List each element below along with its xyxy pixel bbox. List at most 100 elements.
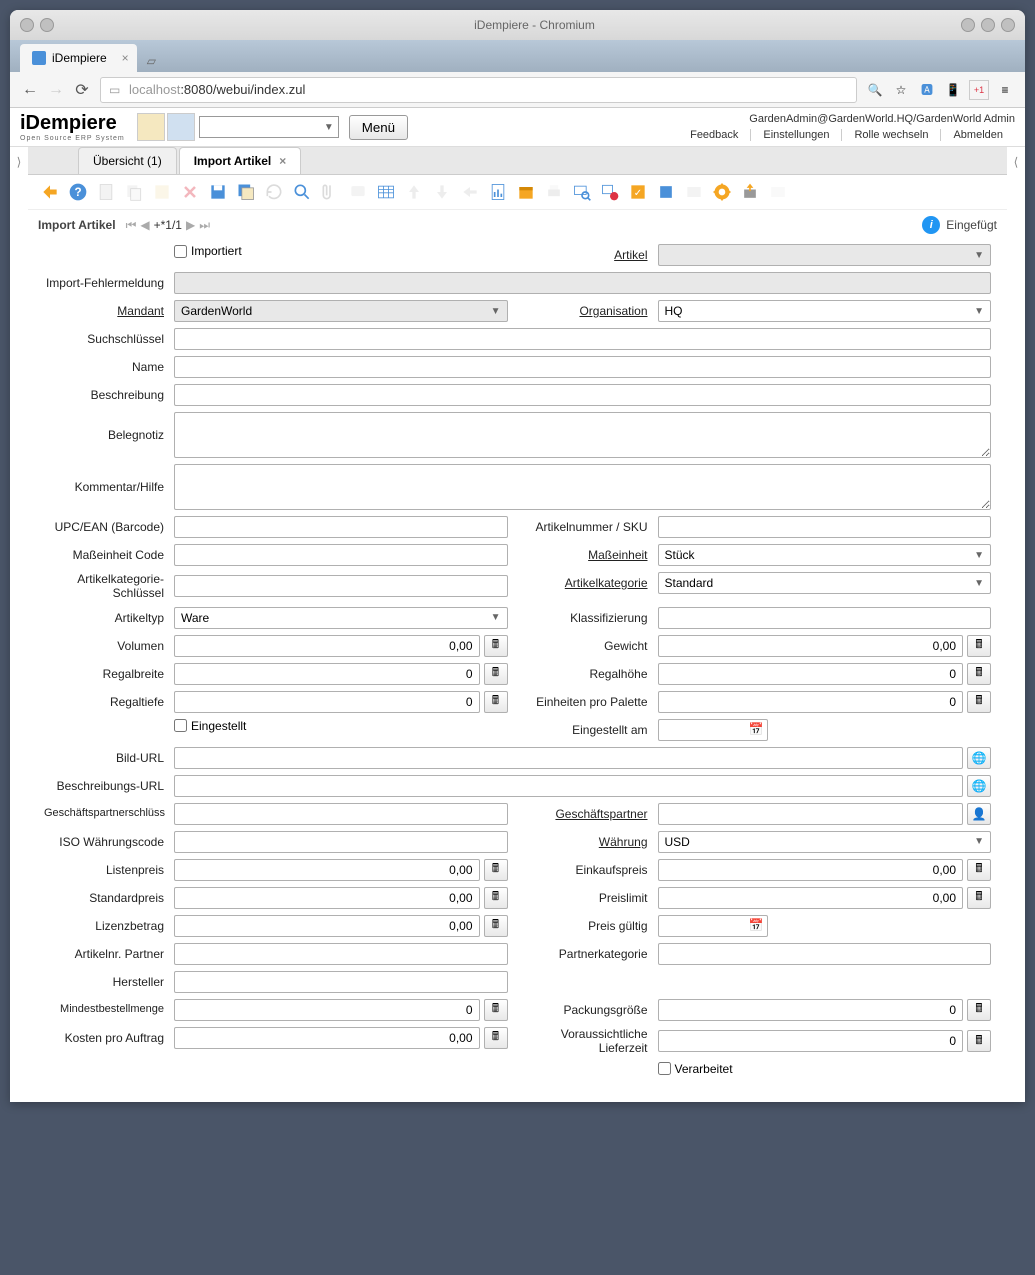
menu-button[interactable]: Menü <box>349 115 408 140</box>
waehrung-label[interactable]: Währung <box>528 835 658 849</box>
waehrung-select[interactable]: USD▼ <box>658 831 992 853</box>
calculator-icon[interactable]: 🖩 <box>967 1030 991 1052</box>
toolbar-attach-icon[interactable] <box>317 179 343 205</box>
artikelkategorie-schl-input[interactable] <box>174 575 508 597</box>
pager-last-icon[interactable]: ⏭ <box>199 218 210 233</box>
lieferzeit-input[interactable] <box>658 1030 964 1052</box>
toolbar-import-icon[interactable] <box>737 179 763 205</box>
sidebar-expand-right[interactable]: ⟨ <box>1007 147 1025 1102</box>
calculator-icon[interactable]: 🖩 <box>484 635 508 657</box>
calculator-icon[interactable]: 🖩 <box>484 859 508 881</box>
window-maximize-button[interactable] <box>981 18 995 32</box>
star-icon[interactable]: ☆ <box>891 80 911 100</box>
lizenzbetrag-input[interactable] <box>174 915 480 937</box>
partnerkategorie-input[interactable] <box>658 943 992 965</box>
eingestellt-checkbox[interactable]: Eingestellt <box>174 719 246 733</box>
toolbar-chat-icon[interactable] <box>345 179 371 205</box>
mandant-select[interactable]: GardenWorld▼ <box>174 300 508 322</box>
tab-close-icon[interactable]: × <box>279 154 286 168</box>
regalhoehe-input[interactable] <box>658 663 964 685</box>
link-role[interactable]: Rolle wechseln <box>842 129 941 141</box>
klassifizierung-input[interactable] <box>658 607 992 629</box>
globe-icon[interactable]: 🌐 <box>967 747 991 769</box>
calculator-icon[interactable]: 🖩 <box>967 691 991 713</box>
toolbar-save-new-icon[interactable] <box>233 179 259 205</box>
reload-button[interactable]: ⟳ <box>72 80 92 100</box>
toolbar-save-icon[interactable] <box>205 179 231 205</box>
tab-overview[interactable]: Übersicht (1) <box>78 147 177 174</box>
suchschluessel-input[interactable] <box>174 328 991 350</box>
toolbar-product-icon[interactable] <box>653 179 679 205</box>
gp-schluessel-input[interactable] <box>174 803 508 825</box>
artikeltyp-select[interactable]: Ware▼ <box>174 607 508 629</box>
header-open-icon[interactable] <box>167 113 195 141</box>
header-new-icon[interactable] <box>137 113 165 141</box>
masseinheit-code-input[interactable] <box>174 544 508 566</box>
mindestbestellmenge-input[interactable] <box>174 999 480 1021</box>
artikel-select[interactable]: ▼ <box>658 244 992 266</box>
toolbar-prev-parent-icon[interactable] <box>401 179 427 205</box>
toolbar-prev-icon[interactable] <box>457 179 483 205</box>
mandant-label[interactable]: Mandant <box>44 304 174 318</box>
toolbar-more-icon[interactable] <box>765 179 791 205</box>
name-input[interactable] <box>174 356 991 378</box>
standardpreis-input[interactable] <box>174 887 480 909</box>
toolbar-delete-icon[interactable] <box>177 179 203 205</box>
toolbar-find-icon[interactable] <box>289 179 315 205</box>
toolbar-request-icon[interactable]: ✓ <box>625 179 651 205</box>
masseinheit-select[interactable]: Stück▼ <box>658 544 992 566</box>
url-input[interactable]: ▭ localhost:8080/webui/index.zul <box>100 77 857 103</box>
tab-close-icon[interactable]: × <box>122 51 129 65</box>
volumen-input[interactable] <box>174 635 480 657</box>
kommentar-input[interactable] <box>174 464 991 510</box>
kosten-auftrag-input[interactable] <box>174 1027 480 1049</box>
pager-prev-icon[interactable]: ◀ <box>140 218 149 232</box>
calculator-icon[interactable]: 🖩 <box>967 999 991 1021</box>
packungsgroesse-input[interactable] <box>658 999 964 1021</box>
importiert-checkbox[interactable]: Importiert <box>174 244 242 258</box>
zoom-icon[interactable]: 🔍 <box>865 80 885 100</box>
listenpreis-input[interactable] <box>174 859 480 881</box>
toolbar-copy-icon[interactable] <box>121 179 147 205</box>
calculator-icon[interactable]: 🖩 <box>967 859 991 881</box>
beschreibung-input[interactable] <box>174 384 991 406</box>
toolbar-help-icon[interactable]: ? <box>65 179 91 205</box>
gplus-icon[interactable]: +1 <box>969 80 989 100</box>
hersteller-input[interactable] <box>174 971 508 993</box>
organisation-select[interactable]: HQ▼ <box>658 300 992 322</box>
belegnotiz-input[interactable] <box>174 412 991 458</box>
toolbar-edit-icon[interactable] <box>149 179 175 205</box>
upc-input[interactable] <box>174 516 508 538</box>
pager-next-icon[interactable]: ▶ <box>186 218 195 232</box>
toolbar-refresh-icon[interactable] <box>261 179 287 205</box>
toolbar-back-icon[interactable] <box>37 179 63 205</box>
forward-button[interactable]: → <box>46 80 66 100</box>
sku-input[interactable] <box>658 516 992 538</box>
back-button[interactable]: ← <box>20 80 40 100</box>
header-search[interactable]: ▼ <box>199 116 339 138</box>
pager-first-icon[interactable]: ⏮ <box>126 218 137 233</box>
toolbar-process-icon[interactable] <box>709 179 735 205</box>
calculator-icon[interactable]: 🖩 <box>967 887 991 909</box>
new-tab-button[interactable]: ▱ <box>143 50 160 72</box>
calculator-icon[interactable]: 🖩 <box>484 1027 508 1049</box>
artikelnr-partner-input[interactable] <box>174 943 508 965</box>
link-settings[interactable]: Einstellungen <box>751 129 842 141</box>
einheiten-palette-input[interactable] <box>658 691 964 713</box>
beschreibungs-url-input[interactable] <box>174 775 963 797</box>
partner-icon[interactable]: 👤 <box>967 803 991 825</box>
globe-icon[interactable]: 🌐 <box>967 775 991 797</box>
einkaufspreis-input[interactable] <box>658 859 964 881</box>
window-minimize-button[interactable] <box>961 18 975 32</box>
calculator-icon[interactable]: 🖩 <box>484 663 508 685</box>
artikelkategorie-select[interactable]: Standard▼ <box>658 572 992 594</box>
sidebar-expand-left[interactable]: ⟩ <box>10 147 28 1102</box>
window-menu-button[interactable] <box>20 18 34 32</box>
calculator-icon[interactable]: 🖩 <box>484 691 508 713</box>
gp-input[interactable] <box>658 803 964 825</box>
masseinheit-label[interactable]: Maßeinheit <box>528 548 658 562</box>
calculator-icon[interactable]: 🖩 <box>484 999 508 1021</box>
calculator-icon[interactable]: 🖩 <box>484 887 508 909</box>
window-close-button[interactable] <box>1001 18 1015 32</box>
artikel-label[interactable]: Artikel <box>528 248 658 262</box>
